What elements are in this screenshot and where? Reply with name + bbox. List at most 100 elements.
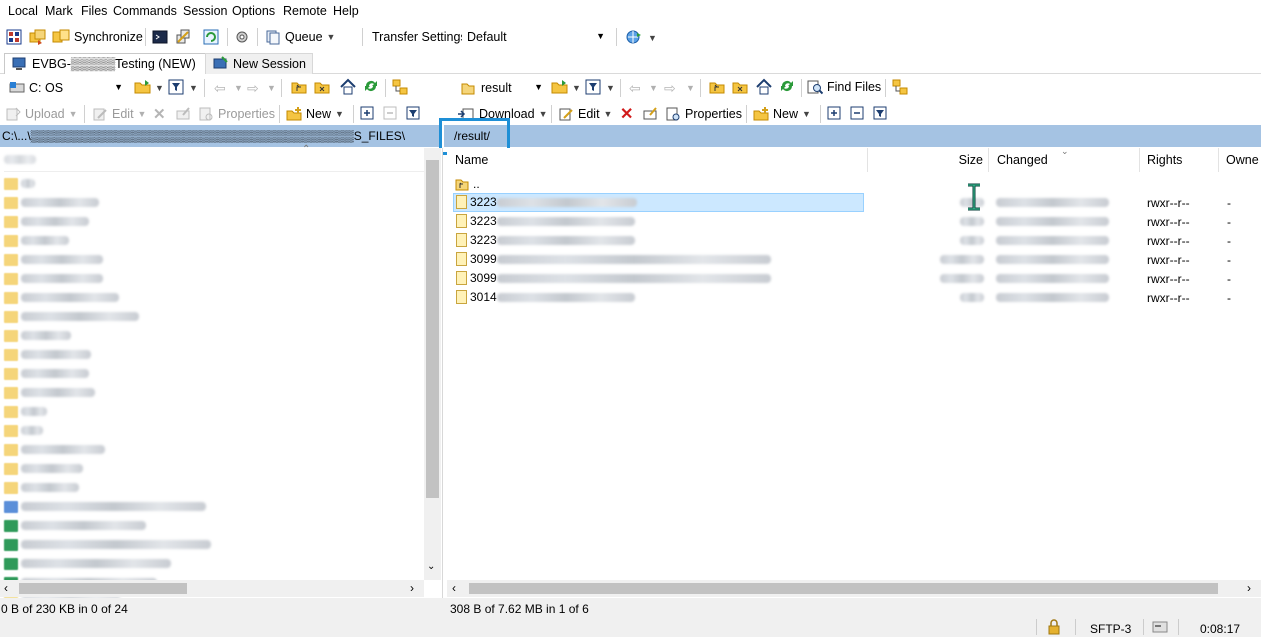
list-item[interactable]	[4, 383, 414, 402]
upload-button[interactable]: Upload ▼	[5, 103, 78, 125]
scrollbar-thumb[interactable]	[426, 160, 439, 498]
list-item[interactable]	[4, 326, 414, 345]
chevron-down-icon[interactable]: ▼	[572, 83, 581, 93]
select-plus-icon[interactable]	[827, 106, 842, 124]
forward-arrow-icon[interactable]: ⇨	[247, 80, 259, 97]
scroll-right-icon[interactable]: ›	[1247, 581, 1251, 595]
transfer-settings-select[interactable]: Default ▼	[462, 26, 610, 47]
table-row[interactable]: 3014 rwxr--r-- -	[447, 288, 1261, 307]
scrollbar-thumb[interactable]	[469, 583, 1218, 594]
remote-column-name[interactable]: Name	[455, 148, 865, 172]
find-files-button[interactable]: Find Files	[807, 76, 881, 98]
root-directory-icon[interactable]	[314, 79, 330, 98]
root-directory-icon[interactable]	[732, 79, 748, 98]
table-row[interactable]: 3099 rwxr--r-- -	[447, 250, 1261, 269]
list-item[interactable]	[4, 535, 414, 554]
remote-horizontal-scrollbar[interactable]: ‹ ›	[447, 580, 1261, 597]
unselect-minus-icon[interactable]	[850, 106, 865, 124]
menu-mark[interactable]: Mark	[45, 4, 73, 18]
synchronize-browsing-icon[interactable]	[29, 29, 47, 48]
compare-directories-icon[interactable]	[6, 29, 22, 48]
list-item[interactable]	[4, 231, 414, 250]
home-icon[interactable]	[339, 78, 357, 98]
filter-icon[interactable]	[585, 79, 601, 98]
local-properties-button[interactable]: Properties	[198, 103, 275, 125]
local-drive-select[interactable]: C: OS ▼	[4, 77, 128, 98]
back-arrow-icon[interactable]: ⇦	[629, 80, 641, 97]
refresh-icon[interactable]	[363, 78, 379, 97]
rename-icon[interactable]	[175, 106, 191, 125]
list-item[interactable]	[4, 174, 414, 193]
menu-help[interactable]: Help	[333, 4, 359, 18]
list-item[interactable]	[4, 459, 414, 478]
remote-column-changed[interactable]: Changed ⌄	[997, 146, 1137, 172]
filter-select-icon[interactable]	[873, 106, 888, 124]
list-item[interactable]	[4, 497, 414, 516]
open-folder-icon[interactable]	[134, 79, 152, 98]
table-row[interactable]: 3223 rwxr--r-- -	[447, 212, 1261, 231]
chevron-down-icon[interactable]: ▼	[189, 83, 198, 93]
list-item[interactable]	[4, 478, 414, 497]
menu-session[interactable]: Session	[183, 4, 227, 18]
chevron-down-icon[interactable]: ▼	[267, 83, 276, 93]
list-item[interactable]	[4, 288, 414, 307]
chevron-down-icon[interactable]: ▼	[234, 83, 243, 93]
list-item[interactable]	[4, 250, 414, 269]
list-item[interactable]	[4, 364, 414, 383]
list-item[interactable]	[4, 212, 414, 231]
parent-directory-row[interactable]: ..	[455, 174, 855, 193]
putty-icon[interactable]	[175, 29, 191, 48]
table-row[interactable]: 3223 rwxr--r-- -	[447, 193, 1261, 212]
menu-remote[interactable]: Remote	[283, 4, 327, 18]
synchronize-button[interactable]: Synchronize	[52, 26, 143, 48]
scrollbar-thumb[interactable]	[19, 583, 187, 594]
local-edit-button[interactable]: Edit ▼	[92, 103, 146, 125]
list-item[interactable]	[4, 440, 414, 459]
list-item[interactable]	[4, 421, 414, 440]
preferences-gear-icon[interactable]	[234, 29, 250, 48]
chevron-down-icon[interactable]: ▼	[686, 83, 695, 93]
back-arrow-icon[interactable]: ⇦	[214, 80, 226, 97]
remote-folder-select[interactable]: result ▼	[456, 77, 548, 98]
scroll-left-icon[interactable]: ‹	[4, 581, 8, 595]
list-item[interactable]	[4, 307, 414, 326]
tab-new-session[interactable]: New Session	[205, 53, 313, 74]
remote-column-rights[interactable]: Rights	[1147, 148, 1219, 172]
remote-column-owner[interactable]: Owne	[1226, 148, 1261, 172]
list-item[interactable]	[4, 554, 414, 573]
local-path-bar[interactable]: C:\...\▒▒▒▒▒▒▒▒▒▒▒▒▒▒▒▒▒▒▒▒▒▒▒▒▒▒▒▒▒▒▒▒▒…	[0, 125, 440, 147]
refresh-session-icon[interactable]	[203, 29, 219, 48]
table-row[interactable]: 3223 rwxr--r-- -	[447, 231, 1261, 250]
menu-commands[interactable]: Commands	[113, 4, 177, 18]
list-item[interactable]	[4, 345, 414, 364]
filter-icon[interactable]	[168, 79, 184, 98]
open-folder-icon[interactable]	[551, 79, 569, 98]
unselect-minus-icon[interactable]	[383, 106, 398, 124]
delete-icon[interactable]: ✕	[153, 105, 166, 123]
menu-local[interactable]: Local	[8, 4, 38, 18]
remote-column-size[interactable]: Size	[867, 148, 987, 172]
tree-toggle-icon[interactable]	[892, 79, 908, 98]
table-row[interactable]: 3099 rwxr--r-- -	[447, 269, 1261, 288]
chevron-down-icon[interactable]: ▼	[155, 83, 164, 93]
list-item[interactable]	[4, 402, 414, 421]
rename-icon[interactable]	[642, 106, 658, 125]
list-item[interactable]	[4, 516, 414, 535]
refresh-icon[interactable]	[779, 78, 795, 97]
chevron-down-icon[interactable]: ▼	[648, 33, 657, 43]
select-plus-icon[interactable]	[360, 106, 375, 124]
scroll-down-icon[interactable]: ⌄	[427, 561, 435, 572]
parent-directory-icon[interactable]	[709, 79, 725, 98]
parent-directory-icon[interactable]	[291, 79, 307, 98]
home-icon[interactable]	[755, 78, 773, 98]
local-horizontal-scrollbar[interactable]: ‹ ›	[0, 580, 424, 597]
console-icon[interactable]	[152, 29, 168, 48]
local-new-button[interactable]: New ▼	[286, 103, 344, 125]
globe-sync-icon[interactable]	[625, 29, 643, 48]
delete-icon[interactable]: ✕	[620, 104, 633, 124]
list-item[interactable]	[4, 193, 414, 212]
chevron-down-icon[interactable]: ▼	[649, 83, 658, 93]
menu-options[interactable]: Options	[232, 4, 275, 18]
menu-files[interactable]: Files	[81, 4, 107, 18]
queue-button[interactable]: Queue ▼	[265, 26, 335, 48]
